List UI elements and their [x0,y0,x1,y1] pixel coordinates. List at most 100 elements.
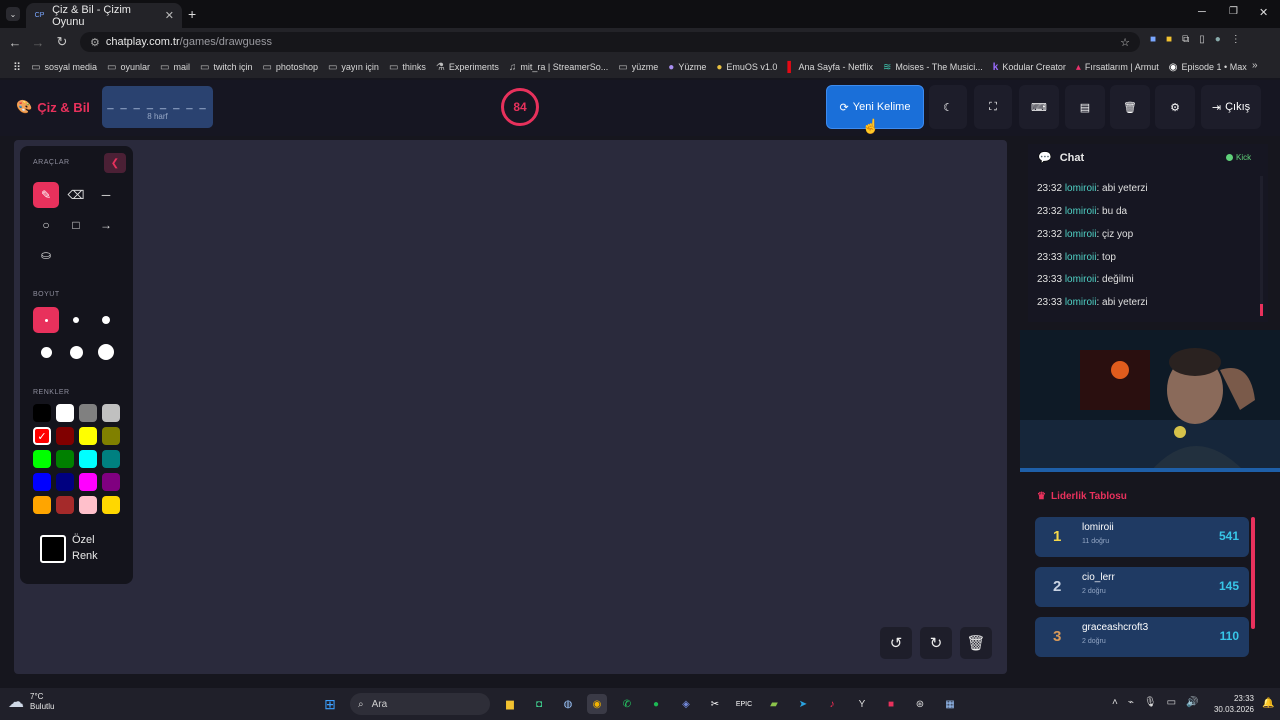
color-swatch[interactable] [56,473,74,491]
size-option-1[interactable] [33,307,59,333]
bookmark-item[interactable]: ▭ yayın için [323,62,384,73]
minimize-window-button[interactable]: ─ [1198,6,1206,18]
forward-button[interactable]: → [29,33,47,51]
app-icon[interactable]: ◘ [529,694,549,714]
message-user[interactable]: lomiroii [1065,252,1097,263]
settings-button[interactable]: ⚙ [1155,85,1195,129]
color-swatch[interactable] [33,496,51,514]
recorder-icon[interactable]: ■ [881,694,901,714]
trash-button[interactable]: 🗑 [1110,85,1150,129]
circle-tool-button[interactable]: ○ [33,212,59,238]
color-swatch[interactable] [33,404,51,422]
color-swatch[interactable] [102,496,120,514]
color-swatch[interactable] [33,473,51,491]
archive-button[interactable]: ▤ [1065,85,1105,129]
arrow-tool-button[interactable]: → [93,212,119,238]
maximize-window-button[interactable]: ❐ [1229,6,1238,17]
close-window-button[interactable]: ✕ [1259,6,1268,19]
rectangle-tool-button[interactable]: □ [63,212,89,238]
bookmark-item[interactable]: ▴ Fırsatlarım | Armut [1071,62,1164,73]
discord-icon[interactable]: ◈ [676,694,696,714]
color-swatch[interactable] [102,427,120,445]
size-option-5[interactable] [63,339,89,365]
size-option-6[interactable] [93,339,119,365]
collapse-panel-button[interactable]: ❮ [104,153,126,173]
telegram-icon[interactable]: ➤ [793,694,813,714]
browser-menu-icon[interactable]: ⋮ [1231,34,1241,45]
color-swatch[interactable] [56,427,74,445]
steam-icon[interactable]: ◍ [558,694,578,714]
whatsapp-icon[interactable]: ✆ [617,694,637,714]
bookmark-item[interactable]: ▭ twitch için [195,62,257,73]
epic-games-icon[interactable]: EPIC [734,694,754,714]
more-bookmarks-icon[interactable]: » [1252,60,1258,71]
undo-button[interactable]: ↺ [880,627,912,659]
bookmark-item[interactable]: ▭ thinks [384,62,431,73]
message-user[interactable]: lomiroii [1065,229,1097,240]
custom-color-swatch[interactable] [40,535,66,563]
bookmark-star-icon[interactable]: ☆ [1120,36,1130,49]
file-explorer-icon[interactable]: ▆ [500,694,520,714]
color-swatch[interactable] [102,404,120,422]
bookmark-item[interactable]: ▭ yüzme [613,62,663,73]
color-swatch[interactable] [33,450,51,468]
color-swatch[interactable] [79,473,97,491]
chevron-up-icon[interactable]: ˄ [1112,697,1118,708]
new-tab-button[interactable]: + [188,6,196,22]
site-info-icon[interactable]: ⚙ [90,36,100,49]
color-swatch[interactable] [56,404,74,422]
notification-bell-icon[interactable]: 🔔 [1262,698,1274,709]
message-user[interactable]: lomiroii [1065,183,1097,194]
color-swatch[interactable] [102,450,120,468]
bookmark-item[interactable]: k Kodular Creator [988,62,1071,73]
bookmark-item[interactable]: ▭ sosyal media [26,62,102,73]
tab-search-button[interactable]: ⌄ [6,7,20,21]
bookmark-item[interactable]: ▭ photoshop [257,62,323,73]
profile-avatar[interactable]: ● [1215,34,1221,45]
size-option-3[interactable] [93,307,119,333]
apps-grid-icon[interactable]: ⠿ [8,61,26,74]
app-icon[interactable]: Y [852,694,872,714]
wallet-extension-icon[interactable]: ■ [1166,34,1172,45]
url-bar[interactable]: ⚙ chatplay.com.tr/games/drawguess ☆ [80,32,1140,52]
puzzle-extensions-icon[interactable]: ⧉ [1182,34,1189,45]
bookmark-item[interactable]: ♫ mit_ra | StreamerSo... [504,62,613,73]
message-user[interactable]: lomiroii [1065,206,1097,217]
dark-mode-button[interactable]: ☾ [929,85,967,129]
color-swatch[interactable] [102,473,120,491]
bookmark-item[interactable]: ● EmuOS v1.0 [711,62,782,73]
color-swatch[interactable] [79,496,97,514]
scrollbar-thumb[interactable] [1260,304,1263,316]
chat-scrollbar[interactable] [1260,176,1263,316]
color-swatch[interactable] [79,450,97,468]
spotify-icon[interactable]: ● [646,694,666,714]
tiktok-icon[interactable]: ♪ [822,694,842,714]
taskbar-search[interactable]: ⌕ Ara [350,693,490,715]
reload-button[interactable]: ↻ [53,33,71,51]
bookmark-item[interactable]: ● Yüzme [663,62,711,73]
translate-extension-icon[interactable]: ■ [1150,34,1156,45]
bookmark-item[interactable]: ◉ Episode 1 • Max [1164,62,1252,73]
pen-tool-button[interactable]: ✎ [33,182,59,208]
taskbar-clock[interactable]: 23:33 30.03.2026 [1212,693,1254,715]
chrome-icon[interactable]: ◉ [587,694,607,714]
sidebar-icon[interactable]: ▯ [1199,34,1205,45]
color-swatch[interactable]: ✓ [33,427,51,445]
size-option-4[interactable] [33,339,59,365]
size-option-2[interactable] [63,307,89,333]
message-user[interactable]: lomiroii [1065,274,1097,285]
color-swatch[interactable] [56,496,74,514]
network-icon[interactable]: ⌁ [1128,697,1134,708]
app-icon[interactable]: ▰ [764,694,784,714]
display-icon[interactable]: ▭ [1167,697,1176,708]
weather-widget[interactable]: ☁ 7°C Bulutlu [8,692,54,712]
bookmark-item[interactable]: ▌ Ana Sayfa - Netflix [782,62,878,73]
bookmark-item[interactable]: ▭ oyunlar [102,62,155,73]
clear-canvas-button[interactable]: 🗑 [960,627,992,659]
leaderboard-scrollbar[interactable] [1251,517,1255,629]
close-tab-icon[interactable]: ✕ [165,9,174,22]
color-swatch[interactable] [79,404,97,422]
color-swatch[interactable] [79,427,97,445]
line-tool-button[interactable]: ─ [93,182,119,208]
calculator-icon[interactable]: ▦ [940,694,960,714]
